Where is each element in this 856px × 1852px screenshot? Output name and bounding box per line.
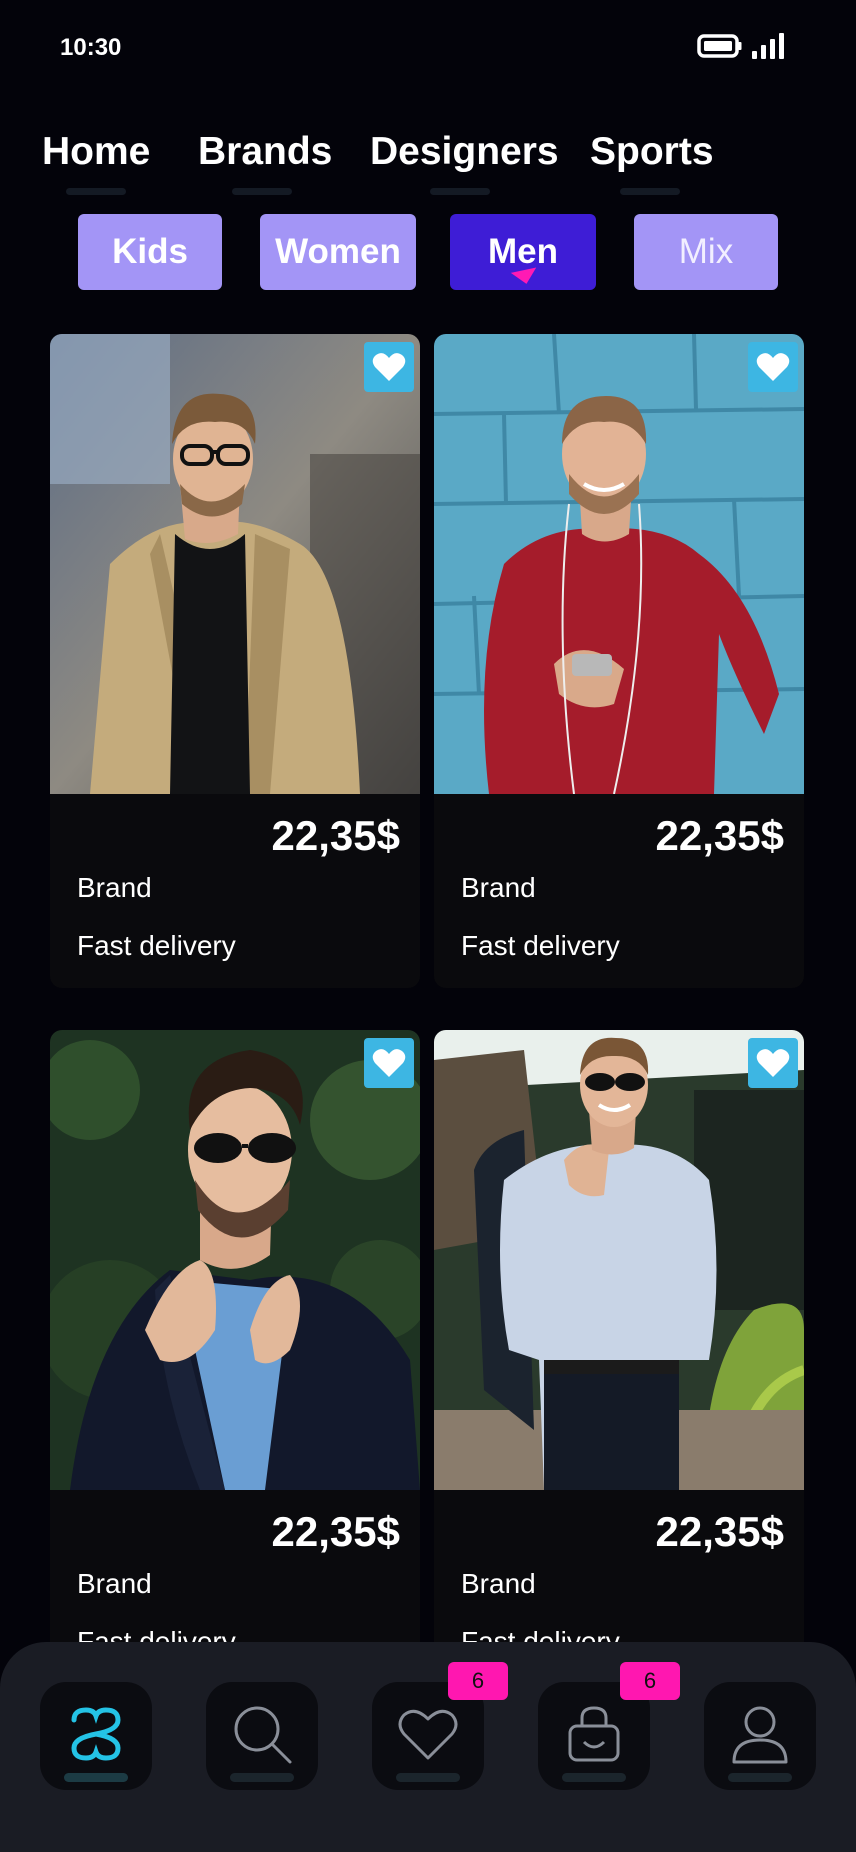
shopping-bag-icon	[562, 1704, 626, 1769]
favorites-count-badge: 6	[448, 1662, 508, 1700]
tab-sports-underline	[620, 188, 680, 195]
chip-women[interactable]: Women	[260, 214, 416, 290]
logo-icon	[64, 1706, 128, 1767]
heart-icon	[756, 352, 790, 382]
bottom-nav: 6 6	[0, 1642, 856, 1852]
product-brand: Brand	[461, 1568, 536, 1599]
tab-brands-underline	[232, 188, 292, 195]
product-card[interactable]: 22,35$ Brand Fast delivery	[434, 1030, 804, 1642]
nav-active-indicator	[64, 1773, 128, 1782]
product-brand: Brand	[461, 872, 536, 903]
bag-count-badge: 6	[620, 1662, 680, 1700]
favorite-button[interactable]	[364, 1038, 414, 1088]
nav-indicator	[562, 1773, 626, 1782]
product-price: 22,35$	[271, 1508, 400, 1555]
favorite-button[interactable]	[748, 1038, 798, 1088]
product-price: 22,35$	[271, 812, 400, 859]
heart-icon	[372, 1048, 406, 1078]
nav-indicator	[230, 1773, 294, 1782]
battery-icon	[697, 33, 743, 64]
product-photo-man-in-light-shirt[interactable]	[434, 1030, 804, 1490]
nav-search-button[interactable]	[206, 1682, 318, 1790]
profile-icon	[728, 1702, 792, 1771]
signal-icon	[751, 31, 789, 66]
status-bar: 10:30	[0, 0, 856, 96]
category-chips: Kids Women Men Mix	[0, 214, 856, 290]
tab-brands[interactable]: Brands	[198, 130, 332, 174]
product-delivery: Fast delivery	[461, 930, 620, 961]
product-photo-man-in-red-sweater[interactable]	[434, 334, 804, 794]
product-grid: 22,35$ Brand Fast delivery 22,35$ Brand …	[0, 334, 856, 1642]
chip-kids[interactable]: Kids	[78, 214, 222, 290]
status-time: 10:30	[60, 34, 122, 61]
product-delivery: Fast delivery	[461, 1626, 620, 1642]
tab-home[interactable]: Home	[42, 130, 150, 174]
product-delivery: Fast delivery	[77, 930, 236, 961]
product-photo-man-in-navy-blazer[interactable]	[50, 1030, 420, 1490]
nav-home-button[interactable]	[40, 1682, 152, 1790]
product-price: 22,35$	[655, 812, 784, 859]
chip-mix[interactable]: Mix	[634, 214, 778, 290]
product-delivery: Fast delivery	[77, 1626, 236, 1642]
nav-indicator	[728, 1773, 792, 1782]
product-price: 22,35$	[655, 1508, 784, 1555]
product-card[interactable]: 22,35$ Brand Fast delivery	[50, 334, 420, 988]
heart-icon	[756, 1048, 790, 1078]
heart-icon	[396, 1706, 460, 1767]
product-photo-man-in-beige-coat[interactable]	[50, 334, 420, 794]
favorite-button[interactable]	[748, 342, 798, 392]
product-card[interactable]: 22,35$ Brand Fast delivery	[50, 1030, 420, 1642]
product-brand: Brand	[77, 872, 152, 903]
tab-designers-underline	[430, 188, 490, 195]
heart-icon	[372, 352, 406, 382]
tab-sports[interactable]: Sports	[590, 130, 714, 174]
product-brand: Brand	[77, 1568, 152, 1599]
tab-home-underline	[66, 188, 126, 195]
top-tabs: Home Brands Designers Sports	[0, 130, 856, 200]
favorite-button[interactable]	[364, 342, 414, 392]
nav-indicator	[396, 1773, 460, 1782]
tab-designers[interactable]: Designers	[370, 130, 559, 174]
search-icon	[230, 1702, 294, 1771]
product-card[interactable]: 22,35$ Brand Fast delivery	[434, 334, 804, 988]
nav-profile-button[interactable]	[704, 1682, 816, 1790]
